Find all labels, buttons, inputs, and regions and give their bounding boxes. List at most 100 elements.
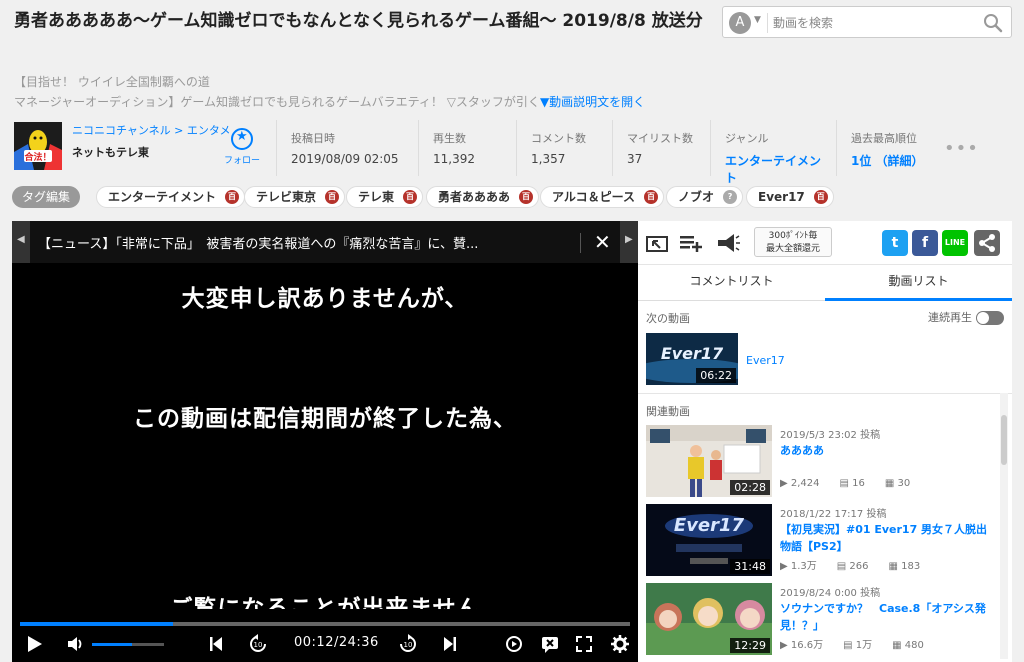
description-line-1: 【目指せ！ ウイイレ全国制覇への道 <box>14 75 210 89</box>
next-video-thumbnail[interactable]: Ever17 06:22 <box>646 333 738 385</box>
autoplay-control[interactable]: 連続再生 <box>928 309 1004 325</box>
open-folder-icon[interactable] <box>644 230 670 256</box>
more-options-icon[interactable]: ••• <box>944 138 979 159</box>
search-type-selector[interactable]: A <box>729 12 751 34</box>
channel-thumbnail[interactable]: 合法！ <box>14 122 62 170</box>
tag-item[interactable]: アルコ＆ピース百 <box>540 186 665 208</box>
tag-lock-icon: 百 <box>403 190 418 204</box>
autoplay-toggle[interactable] <box>976 311 1004 325</box>
related-video-title[interactable]: ああああ <box>780 442 996 459</box>
tag-edit-button[interactable]: タグ編集 <box>12 186 81 208</box>
tag-label: エンターテイメント <box>108 190 217 204</box>
settings-gear-icon[interactable] <box>610 634 630 654</box>
related-video-date: 2018/1/22 17:17 投稿 <box>780 509 887 520</box>
stat-label: 再生数 <box>433 132 466 145</box>
volume-slider[interactable] <box>92 643 164 646</box>
stat-label: コメント数 <box>531 132 586 145</box>
star-icon: ★ <box>231 128 253 150</box>
stat-mylists: マイリスト数 37 <box>612 120 708 176</box>
forward-10-icon[interactable]: 10 <box>398 634 418 654</box>
scrollbar-thumb[interactable] <box>1001 415 1007 465</box>
chevron-left-icon: ◀ <box>17 234 25 245</box>
fullscreen-icon[interactable] <box>574 634 594 654</box>
tag-item[interactable]: テレ東百 <box>346 186 424 208</box>
volume-icon[interactable] <box>66 634 86 654</box>
related-video-thumbnail[interactable]: 12:29 <box>646 583 772 655</box>
news-ticker[interactable]: 【ニュース】「非常に下品」 被害者の実名報道への『痛烈な苦言』に、賛... <box>38 233 538 252</box>
next-video-title[interactable]: Ever17 <box>746 354 785 367</box>
stat-label: 過去最高順位 <box>851 132 917 145</box>
chevron-down-icon[interactable]: ▼ <box>754 15 761 25</box>
seek-bar[interactable] <box>20 622 630 626</box>
tab-comment-list[interactable]: コメントリスト <box>638 265 825 301</box>
related-video-date: 2019/5/3 23:02 投稿 <box>780 430 881 441</box>
channel-name[interactable]: ネットもテレ東 <box>72 144 149 160</box>
related-video-title[interactable]: ソウナンですか？ Case.8「オアシス発見！？」 <box>780 600 996 634</box>
stat-label: ジャンル <box>725 132 769 145</box>
add-mylist-icon[interactable] <box>678 230 704 256</box>
follow-button[interactable]: ★ フォロー <box>222 128 262 166</box>
autoplay-label: 連続再生 <box>928 311 972 324</box>
mylist-count: ▦ 30 <box>884 478 911 489</box>
tag-item[interactable]: テレビ東京百 <box>244 186 346 208</box>
tag-unlocked-icon: ? <box>723 190 738 204</box>
news-divider <box>580 233 581 253</box>
share-icon[interactable] <box>974 230 1000 256</box>
search-input[interactable] <box>773 11 978 35</box>
tag-item[interactable]: Ever17 百 <box>746 186 834 208</box>
tag-label: テレ東 <box>358 190 395 204</box>
tag-item[interactable]: ノブオ? <box>666 186 744 208</box>
stat-comments: コメント数 1,357 <box>516 120 600 176</box>
comment-toggle-icon[interactable] <box>540 634 560 654</box>
stat-genre: ジャンル エンターテイメント <box>710 120 828 185</box>
line-share-icon[interactable]: LINE <box>942 230 968 256</box>
volume-level <box>92 643 132 646</box>
news-prev-button[interactable]: ◀ <box>12 221 30 263</box>
tag-lock-icon: 百 <box>644 190 659 204</box>
skip-end-icon[interactable] <box>442 634 458 654</box>
play-icon[interactable] <box>26 634 44 654</box>
related-video-thumbnail[interactable]: Ever17 31:48 <box>646 504 772 576</box>
twitter-share-icon[interactable]: t <box>882 230 908 256</box>
unavailable-message-line-2: この動画は配信期間が終了した為、 <box>133 406 517 432</box>
megaphone-icon[interactable] <box>714 230 740 256</box>
view-count: ▶ 2,424 <box>780 478 820 489</box>
video-duration: 12:29 <box>730 638 770 653</box>
promo-line-1: 300ﾎﾟｲﾝﾄ毎 <box>768 231 818 241</box>
facebook-share-icon[interactable]: f <box>912 230 938 256</box>
related-video-item[interactable]: 02:28 2019/5/3 23:02 投稿 ああああ ▶ 2,424 ▤ 16… <box>646 425 996 499</box>
news-next-button[interactable]: ▶ <box>620 221 638 263</box>
points-promo-banner[interactable]: 300ﾎﾟｲﾝﾄ毎 最大全額還元 <box>754 227 832 257</box>
related-list-scrollbar[interactable] <box>1000 393 1008 659</box>
related-thumb-text: Ever17 <box>674 515 745 536</box>
tag-bar: タグ編集 エンターテイメント百 テレビ東京百 テレ東百 勇者ああああ百 アルコ＆… <box>12 186 1012 210</box>
video-duration: 06:22 <box>696 368 736 383</box>
tag-item[interactable]: 勇者ああああ百 <box>426 186 540 208</box>
related-video-item[interactable]: 12:29 2019/8/24 0:00 投稿 ソウナンですか？ Case.8「… <box>646 583 996 657</box>
tag-lock-icon: 百 <box>519 190 534 204</box>
stat-value: 2019/08/09 02:05 <box>291 152 399 166</box>
mylist-count: ▦ 480 <box>892 640 924 651</box>
channel-breadcrumb[interactable]: ニコニコチャンネル > エンタメ <box>72 122 231 138</box>
video-player[interactable]: ◀ 【ニュース】「非常に下品」 被害者の実名報道への『痛烈な苦言』に、賛... … <box>12 221 638 662</box>
channel-logo-icon: 合法！ <box>14 122 62 170</box>
best-rank-link[interactable]: 1位 （詳細） <box>851 152 932 169</box>
tag-item[interactable]: エンターテイメント百 <box>96 186 246 208</box>
search-icon[interactable] <box>983 13 1003 33</box>
loop-icon[interactable] <box>504 634 524 654</box>
skip-start-icon[interactable] <box>208 634 224 654</box>
tag-label: Ever17 <box>758 190 805 204</box>
related-video-title[interactable]: 【初見実況】#01 Ever17 男女７人脱出物語【PS2】 <box>780 521 996 555</box>
stat-value: 11,392 <box>433 152 475 166</box>
related-video-thumbnail[interactable]: 02:28 <box>646 425 772 497</box>
related-video-item[interactable]: Ever17 31:48 2018/1/22 17:17 投稿 【初見実況】#0… <box>646 504 996 578</box>
rewind-10-icon[interactable]: 10 <box>248 634 268 654</box>
tag-label: ノブオ <box>678 190 715 204</box>
tab-video-list[interactable]: 動画リスト <box>825 265 1012 301</box>
open-description-link[interactable]: ▼動画説明文を開く <box>540 95 645 109</box>
search-divider <box>767 13 768 33</box>
close-icon[interactable]: ✕ <box>594 230 611 254</box>
side-toolbar: 300ﾎﾟｲﾝﾄ毎 最大全額還元 t f LINE <box>638 221 1012 265</box>
related-videos-heading: 関連動画 <box>646 405 690 418</box>
genre-link[interactable]: エンターテイメント <box>725 152 828 186</box>
